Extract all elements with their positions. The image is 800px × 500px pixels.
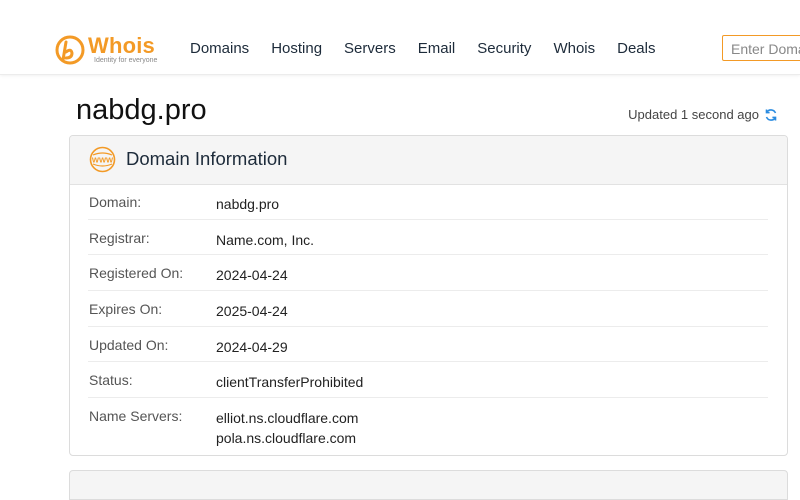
whois-logo-icon [55,35,85,65]
next-section-card [69,470,788,500]
row-value: 2025-04-24 [216,303,288,320]
logo-tagline: Identity for everyone [94,57,158,64]
nav-whois[interactable]: Whois [553,40,595,58]
row-label: Status: [89,372,133,389]
nav-servers[interactable]: Servers [344,40,396,58]
row-label: Updated On: [89,336,169,353]
name-servers-value: elliot.ns.cloudflare.com pola.ns.cloudfl… [216,408,358,448]
row-value: 2024-04-24 [216,267,288,284]
card-header: WWW Domain Information [70,136,787,185]
refresh-icon[interactable] [764,108,778,122]
nav-domains[interactable]: Domains [190,40,249,58]
nav-deals[interactable]: Deals [617,40,655,58]
site-header: Whois Identity for everyone Domains Host… [0,0,800,75]
name-server-2: pola.ns.cloudflare.com [216,430,357,447]
row-label: Expires On: [89,301,163,318]
name-server-1: elliot.ns.cloudflare.com [216,410,359,427]
row-label: Registered On: [89,265,184,282]
svg-text:WWW: WWW [92,156,114,165]
table-row: Domain: nabdg.pro [88,184,768,220]
nav-email[interactable]: Email [418,40,456,58]
row-label: Domain: [89,194,142,210]
table-row: Registered On: 2024-04-24 [88,255,768,292]
main-nav: Domains Hosting Servers Email Security W… [190,40,677,58]
updated-status: Updated 1 second ago [628,107,778,122]
row-label: Name Servers: [89,408,183,425]
table-row: Name Servers: elliot.ns.cloudflare.com p… [88,398,768,455]
domain-information-card: WWW Domain Information Domain: nabdg.pro… [69,135,788,456]
whois-logo[interactable]: Whois Identity for everyone [54,34,169,68]
updated-text: Updated 1 second ago [628,107,759,122]
www-icon: WWW [89,146,116,173]
table-row: Expires On: 2025-04-24 [88,291,768,327]
row-label: Registrar: [89,229,150,246]
table-row: Registrar: Name.com, Inc. [88,220,768,256]
domain-info-table: Domain: nabdg.pro Registrar: Name.com, I… [88,184,768,455]
logo-text: Whois [88,33,155,58]
row-value: clientTransferProhibited [216,374,364,391]
row-value: 2024-04-29 [216,338,288,355]
nav-security[interactable]: Security [477,40,531,58]
table-row: Updated On: 2024-04-29 [88,327,768,363]
card-title: Domain Information [126,148,288,169]
nav-hosting[interactable]: Hosting [271,40,322,58]
domain-search-input[interactable]: Enter Domain [722,35,800,61]
table-row: Status: clientTransferProhibited [88,362,768,399]
row-value: Name.com, Inc. [216,231,315,248]
page-title: nabdg.pro [76,94,207,126]
row-value: nabdg.pro [216,196,280,212]
